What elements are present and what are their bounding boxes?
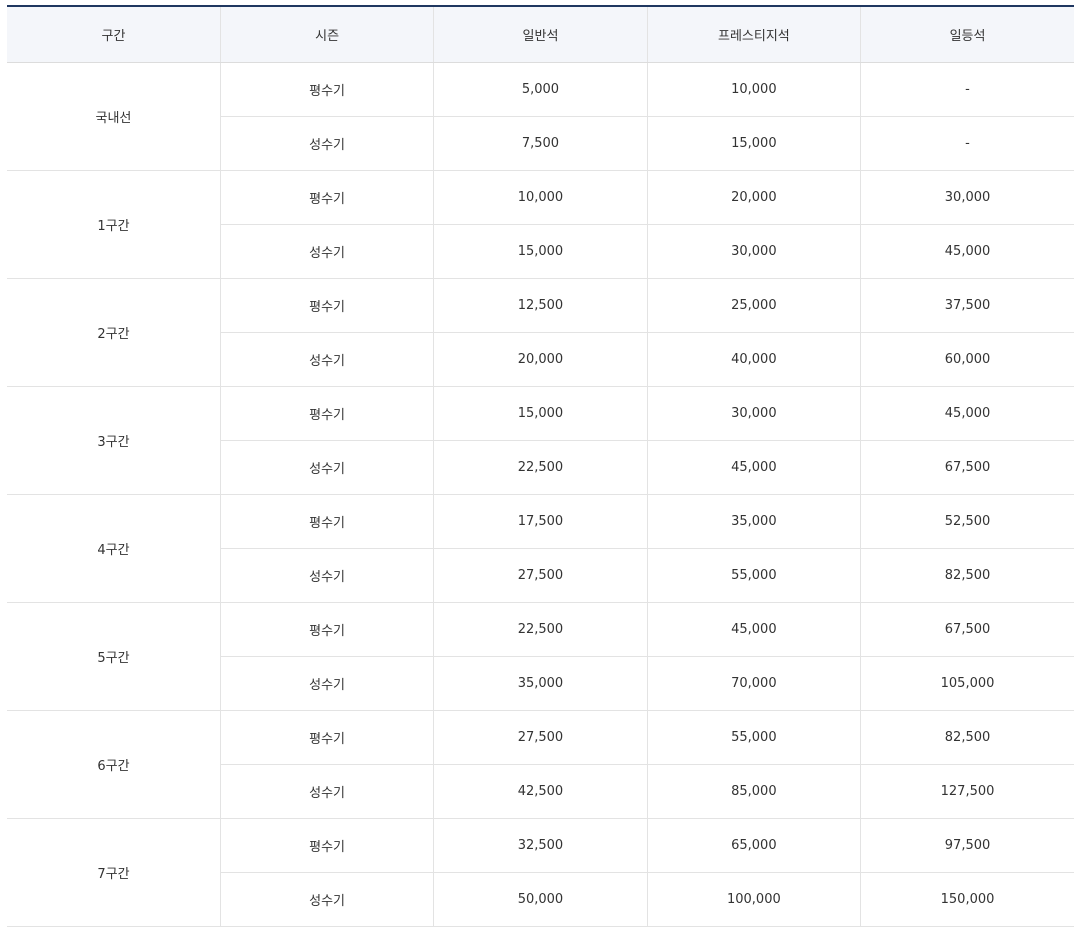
table-row: 6구간 평수기 27,500 55,000 82,500	[7, 710, 1074, 819]
prestige-fare-cell: 25,000	[646, 278, 861, 333]
first-class-fare-cell: 105,000	[860, 656, 1074, 711]
season-cell: 평수기	[219, 386, 434, 441]
fare-table: 구간 시즌 일반석 프레스티지석 일등석 국내선 평수기 5,000 10,000- 성…	[7, 5, 1074, 927]
season-cell: 평수기	[219, 170, 434, 225]
economy-fare-cell: 27,500	[433, 710, 648, 765]
table-row: 7구간 평수기 32,500 65,000 97,500	[7, 818, 1074, 927]
table-header: 구간 시즌 일반석 프레스티지석 일등석	[7, 5, 1074, 63]
first-class-fare-cell: -	[860, 62, 1074, 117]
economy-fare-cell: 22,500	[433, 440, 648, 495]
economy-fare-cell: 50,000	[433, 872, 648, 927]
economy-fare-cell: 15,000	[433, 386, 648, 441]
season-cell: 성수기	[219, 440, 434, 495]
table-row: 2구간 평수기 12,500 25,000 37,500	[7, 278, 1074, 387]
header-prestige: 프레스티지석	[646, 5, 861, 63]
table-row: 1구간 평수기 10,000 20,000 30,000	[7, 170, 1074, 279]
table-row: 5구간 평수기 22,500 45,000 67,500	[7, 602, 1074, 711]
prestige-fare-cell: 40,000	[646, 332, 861, 387]
table-row: 3구간 평수기 15,000 30,000 45,000	[7, 386, 1074, 495]
first-class-fare-cell: 30,000	[860, 170, 1074, 225]
economy-fare-cell: 5,000	[433, 62, 648, 117]
economy-fare-cell: 17,500	[433, 494, 648, 549]
season-cell: 성수기	[219, 764, 434, 819]
first-class-fare-cell: 150,000	[860, 872, 1074, 927]
season-cell: 성수기	[219, 656, 434, 711]
economy-fare-cell: 42,500	[433, 764, 648, 819]
prestige-fare-cell: 15,000	[646, 116, 861, 171]
prestige-fare-cell: 65,000	[646, 818, 861, 873]
prestige-fare-cell: 10,000	[646, 62, 861, 117]
economy-fare-cell: 27,500	[433, 548, 648, 603]
season-cell: 평수기	[219, 710, 434, 765]
prestige-fare-cell: 30,000	[646, 386, 861, 441]
season-cell: 성수기	[219, 872, 434, 927]
season-cell: 평수기	[219, 494, 434, 549]
season-cell: 평수기	[219, 62, 434, 117]
season-cell: 성수기	[219, 224, 434, 279]
prestige-fare-cell: 45,000	[646, 440, 861, 495]
prestige-fare-cell: 30,000	[646, 224, 861, 279]
header-economy: 일반석	[433, 5, 648, 63]
first-class-fare-cell: 45,000	[860, 386, 1074, 441]
table-body: 국내선 평수기 5,000 10,000- 성수기 7,500 15,000-1구간 평수기 1…	[7, 62, 1074, 927]
season-cell: 성수기	[219, 548, 434, 603]
first-class-fare-cell: 45,000	[860, 224, 1074, 279]
prestige-fare-cell: 20,000	[646, 170, 861, 225]
prestige-fare-cell: 35,000	[646, 494, 861, 549]
section-cell: 국내선	[7, 62, 221, 171]
first-class-fare-cell: 82,500	[860, 548, 1074, 603]
prestige-fare-cell: 55,000	[646, 548, 861, 603]
economy-fare-cell: 22,500	[433, 602, 648, 657]
economy-fare-cell: 15,000	[433, 224, 648, 279]
first-class-fare-cell: 97,500	[860, 818, 1074, 873]
economy-fare-cell: 32,500	[433, 818, 648, 873]
season-cell: 평수기	[219, 818, 434, 873]
economy-fare-cell: 20,000	[433, 332, 648, 387]
table-row: 4구간 평수기 17,500 35,000 52,500	[7, 494, 1074, 603]
prestige-fare-cell: 45,000	[646, 602, 861, 657]
section-cell: 5구간	[7, 602, 221, 711]
table-row: 국내선 평수기 5,000 10,000-	[7, 62, 1074, 171]
first-class-fare-cell: 67,500	[860, 440, 1074, 495]
economy-fare-cell: 12,500	[433, 278, 648, 333]
first-class-fare-cell: 67,500	[860, 602, 1074, 657]
season-cell: 평수기	[219, 602, 434, 657]
section-cell: 2구간	[7, 278, 221, 387]
section-cell: 7구간	[7, 818, 221, 927]
first-class-fare-cell: 37,500	[860, 278, 1074, 333]
economy-fare-cell: 10,000	[433, 170, 648, 225]
header-row: 구간 시즌 일반석 프레스티지석 일등석	[7, 5, 1074, 63]
prestige-fare-cell: 70,000	[646, 656, 861, 711]
section-cell: 3구간	[7, 386, 221, 495]
section-cell: 6구간	[7, 710, 221, 819]
first-class-fare-cell: 82,500	[860, 710, 1074, 765]
prestige-fare-cell: 55,000	[646, 710, 861, 765]
section-cell: 4구간	[7, 494, 221, 603]
season-cell: 평수기	[219, 278, 434, 333]
header-first-class: 일등석	[860, 5, 1074, 63]
season-cell: 성수기	[219, 116, 434, 171]
first-class-fare-cell: 52,500	[860, 494, 1074, 549]
economy-fare-cell: 35,000	[433, 656, 648, 711]
season-cell: 성수기	[219, 332, 434, 387]
economy-fare-cell: 7,500	[433, 116, 648, 171]
prestige-fare-cell: 85,000	[646, 764, 861, 819]
first-class-fare-cell: 60,000	[860, 332, 1074, 387]
prestige-fare-cell: 100,000	[646, 872, 861, 927]
first-class-fare-cell: -	[860, 116, 1074, 171]
header-section: 구간	[7, 5, 221, 63]
first-class-fare-cell: 127,500	[860, 764, 1074, 819]
header-season: 시즌	[219, 5, 434, 63]
section-cell: 1구간	[7, 170, 221, 279]
